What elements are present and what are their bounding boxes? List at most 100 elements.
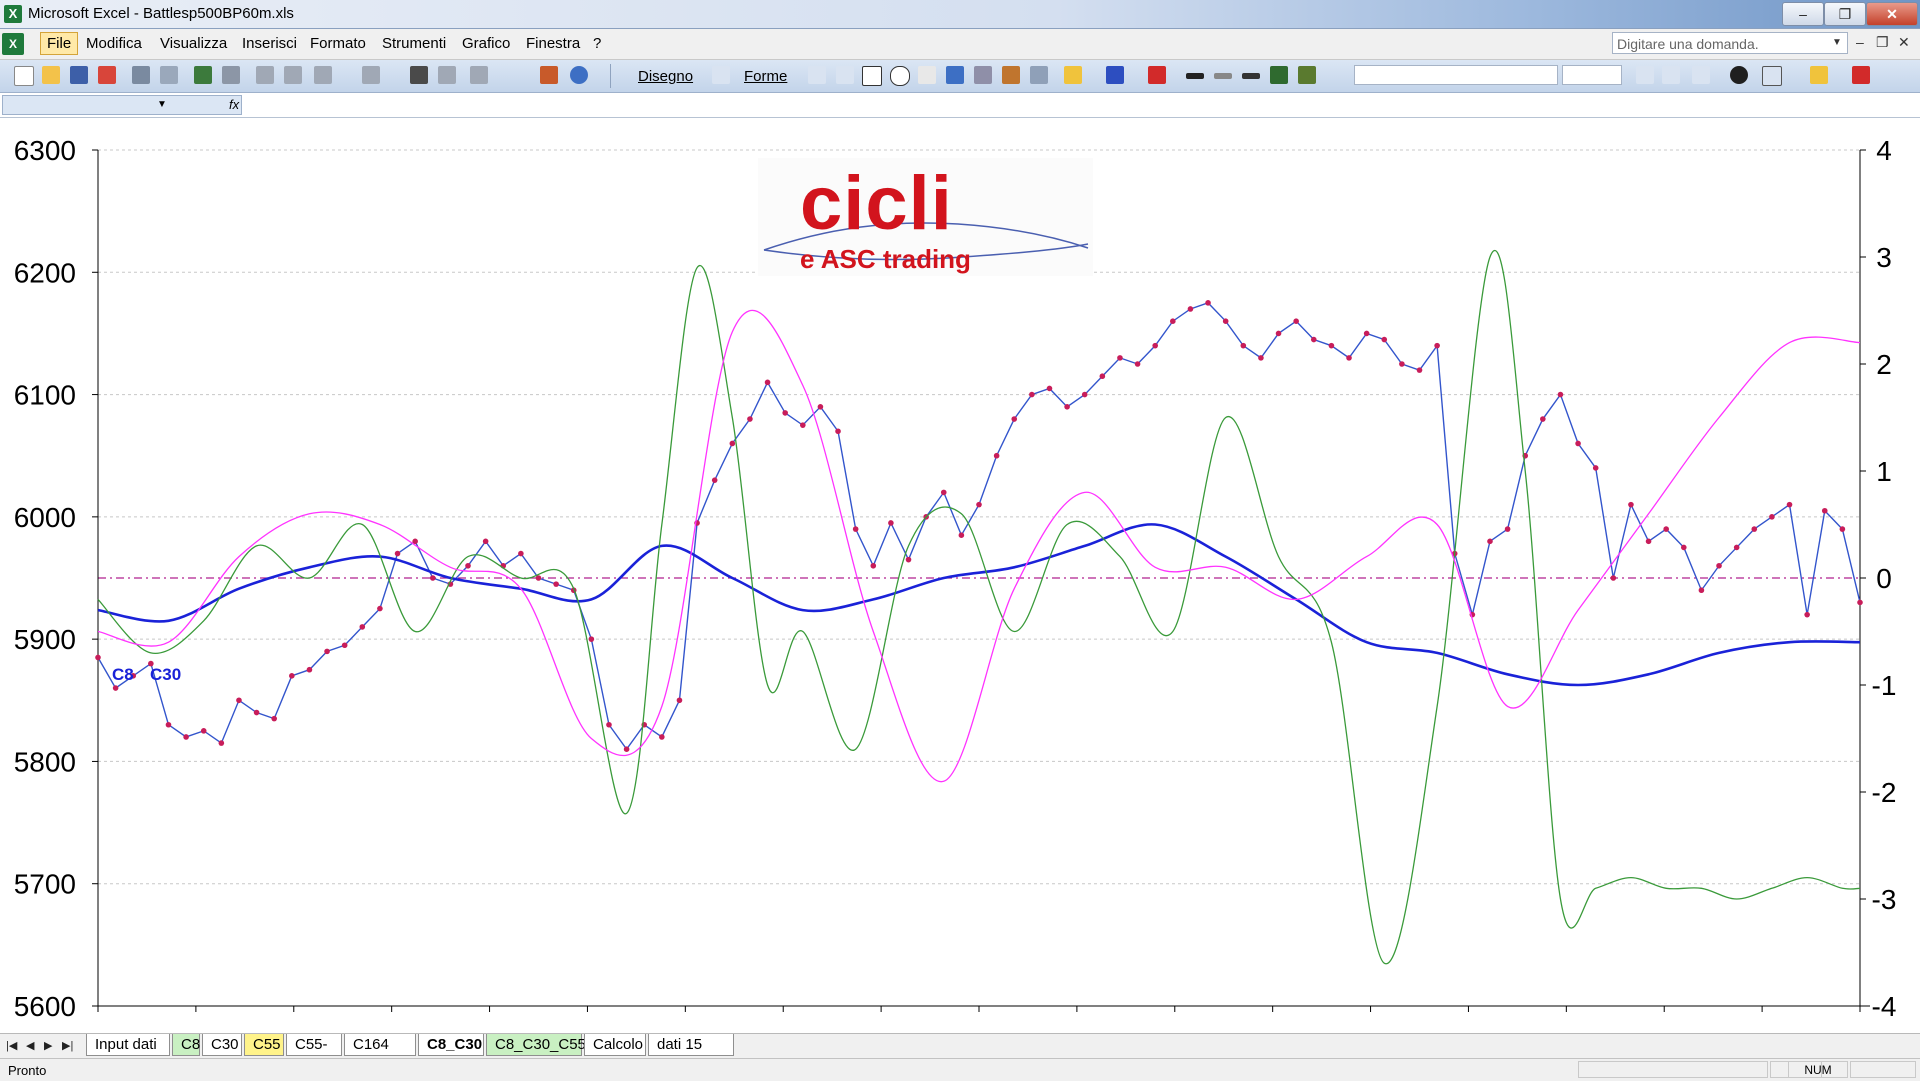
excel-app-icon[interactable]: X — [4, 5, 22, 23]
name-box-dropdown-icon[interactable]: ▼ — [157, 99, 167, 110]
price-point — [747, 416, 753, 422]
cicli-logo: cicli e ASC trading — [758, 158, 1093, 276]
print-icon[interactable] — [132, 66, 150, 84]
logo-sub-text: e ASC trading — [800, 244, 971, 274]
sheet-tab-calcolo[interactable]: Calcolo — [584, 1034, 646, 1056]
picture-icon[interactable] — [1030, 66, 1048, 84]
doc-restore-button[interactable]: ❐ — [1876, 34, 1889, 51]
wordart-icon[interactable] — [946, 66, 964, 84]
oval-icon[interactable] — [890, 66, 910, 86]
textbox-icon[interactable] — [918, 66, 936, 84]
undo-icon[interactable] — [362, 66, 380, 84]
save-icon[interactable] — [70, 66, 88, 84]
copy-icon[interactable] — [284, 66, 302, 84]
line-color-icon[interactable] — [1106, 66, 1124, 84]
workbook-icon[interactable]: X — [2, 33, 24, 55]
shadow-icon[interactable] — [1270, 66, 1288, 84]
disegno-menu[interactable]: Disegno — [638, 68, 693, 85]
menu-strumenti[interactable]: Strumenti — [382, 35, 446, 52]
sheet-tab-c55-2[interactable]: C55-2 — [286, 1034, 342, 1075]
doc-minimize-button[interactable]: – — [1856, 34, 1864, 50]
borders-icon[interactable] — [1762, 66, 1782, 86]
menu-formato[interactable]: Formato — [310, 35, 366, 52]
line-style-icon[interactable] — [1186, 73, 1204, 79]
clipart-icon[interactable] — [1002, 66, 1020, 84]
close-button[interactable]: ✕ — [1866, 2, 1918, 26]
cell-fill-icon[interactable] — [1810, 66, 1828, 84]
doc-close-button[interactable]: ✕ — [1898, 34, 1910, 51]
y-right-tick-label: -3 — [1872, 884, 1897, 915]
cut-icon[interactable] — [256, 66, 274, 84]
menu-help[interactable]: ? — [593, 35, 601, 52]
price-point — [518, 550, 524, 557]
minimize-button[interactable]: – — [1782, 2, 1824, 26]
last-sheet-icon[interactable]: ▶| — [62, 1039, 73, 1052]
price-point — [905, 556, 912, 563]
sheet-tab-c8[interactable]: C8 — [172, 1034, 200, 1056]
sheet-tab-c8-c30-c55[interactable]: C8_C30_C55 — [486, 1034, 586, 1056]
arrow-style-icon[interactable] — [1242, 73, 1260, 79]
forme-menu[interactable]: Forme — [744, 68, 787, 85]
price-point — [623, 746, 630, 752]
permission-icon[interactable] — [98, 66, 116, 84]
print-preview-icon[interactable] — [160, 66, 178, 84]
price-point — [112, 685, 119, 691]
align-icon[interactable] — [1692, 66, 1710, 84]
first-sheet-icon[interactable]: |◀ — [6, 1039, 17, 1052]
price-point — [1381, 336, 1388, 343]
price-point — [782, 410, 788, 416]
chart-wizard-icon[interactable] — [540, 66, 558, 84]
spelling-icon[interactable] — [194, 66, 212, 84]
sheet-tab-c164-2-[interactable]: C164 (2) — [344, 1034, 416, 1075]
menu-visualizza[interactable]: Visualizza — [160, 35, 227, 52]
menu-file[interactable]: File — [40, 32, 79, 55]
price-point — [588, 636, 595, 642]
next-sheet-icon[interactable]: ▶ — [44, 1039, 52, 1052]
dash-style-icon[interactable] — [1214, 73, 1232, 79]
price-point — [1786, 501, 1793, 508]
research-icon[interactable] — [222, 66, 240, 84]
price-point — [1134, 361, 1141, 367]
fill-color-icon[interactable] — [1064, 66, 1082, 84]
sheet-tab-input-dati[interactable]: Input dati — [86, 1034, 170, 1056]
sheet-tab-c30[interactable]: C30 — [202, 1034, 242, 1056]
text-color-icon[interactable] — [1852, 66, 1870, 84]
font-color-icon[interactable] — [1148, 66, 1166, 84]
insert-function-icon[interactable]: fx — [229, 97, 239, 112]
restore-button[interactable]: ❐ — [1824, 2, 1866, 26]
sheet-tab-c8-c30[interactable]: C8_C30 — [418, 1034, 484, 1056]
prev-sheet-icon[interactable]: ◀ — [26, 1039, 34, 1052]
font-name-select[interactable] — [1354, 65, 1558, 85]
bold-icon[interactable] — [1636, 66, 1654, 84]
help-icon[interactable] — [570, 66, 588, 84]
status-cell-3 — [1850, 1061, 1916, 1078]
select-pointer-icon[interactable] — [712, 66, 730, 84]
menu-grafico[interactable]: Grafico — [462, 35, 510, 52]
3d-icon[interactable] — [1298, 66, 1316, 84]
rectangle-icon[interactable] — [862, 66, 882, 86]
ask-question-input[interactable]: Digitare una domanda. — [1612, 32, 1848, 54]
price-point — [852, 526, 859, 532]
menu-finestra[interactable]: Finestra — [526, 35, 580, 52]
sort-icon[interactable] — [470, 66, 488, 84]
menu-modifica[interactable]: Modifica — [86, 35, 142, 52]
euro-icon[interactable] — [1730, 66, 1748, 84]
ask-dropdown-icon[interactable]: ▼ — [1832, 37, 1842, 48]
sheet-tab-c55[interactable]: C55 — [244, 1034, 284, 1056]
sheet-tab-dati-15-min[interactable]: dati 15 min — [648, 1034, 734, 1075]
price-point — [1029, 391, 1035, 398]
italic-icon[interactable] — [1662, 66, 1680, 84]
price-point — [1170, 318, 1176, 325]
autosum-icon[interactable] — [438, 66, 456, 84]
new-icon[interactable] — [14, 66, 34, 86]
hyperlink-icon[interactable] — [410, 66, 428, 84]
diagram-icon[interactable] — [974, 66, 992, 84]
font-size-select[interactable] — [1562, 65, 1622, 85]
menu-inserisci[interactable]: Inserisci — [242, 35, 297, 52]
line-icon[interactable] — [808, 66, 826, 84]
paste-icon[interactable] — [314, 66, 332, 84]
name-box[interactable]: ▼ fx — [2, 95, 242, 115]
toolbar-separator — [610, 64, 611, 88]
open-icon[interactable] — [42, 66, 60, 84]
arrow-icon[interactable] — [836, 66, 854, 84]
